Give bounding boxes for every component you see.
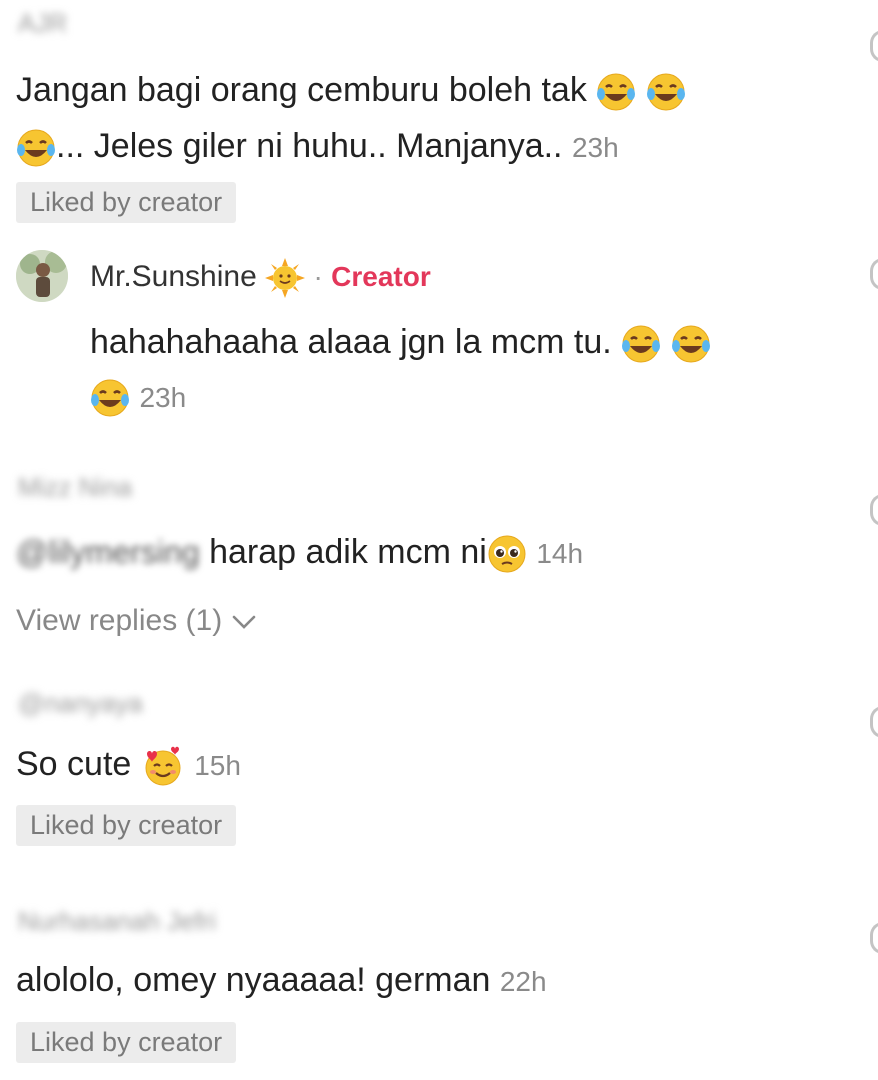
mention-link[interactable]: @lilymersing <box>16 534 200 570</box>
comment-time: 23h <box>571 132 619 163</box>
separator-dot: · <box>313 260 323 292</box>
comment-time: 22h <box>499 966 547 997</box>
comment-username[interactable]: Nurhasanah Jefri <box>18 906 216 937</box>
comment-username[interactable]: AJR <box>18 8 67 39</box>
pleading-face-emoji <box>488 535 526 573</box>
like-icon[interactable] <box>870 706 878 738</box>
tears-of-joy-emoji <box>17 129 55 167</box>
tears-of-joy-emoji <box>646 73 685 111</box>
creator-label: Creator <box>331 260 431 292</box>
like-icon[interactable] <box>870 30 878 62</box>
comment-text: alololo, omey nyaaaaa! german 22h <box>16 961 547 999</box>
smiling-face-with-hearts-emoji <box>145 746 181 786</box>
chevron-down-icon <box>232 615 255 629</box>
liked-by-creator-badge: Liked by creator <box>16 805 237 846</box>
tears-of-joy-emoji <box>622 325 661 363</box>
like-icon[interactable] <box>870 258 878 290</box>
comment-text: Jangan bagi orang cemburu boleh tak <box>16 66 686 114</box>
comment-time: 14h <box>536 538 584 569</box>
tears-of-joy-emoji <box>671 325 710 363</box>
comment-text: @lilymersing harap adik mcm ni 14h <box>16 528 583 578</box>
like-icon[interactable] <box>870 922 878 954</box>
comment-time: 15h <box>194 750 241 781</box>
comment-text-line2: ... Jeles giler ni huhu.. Manjanya.. 23h <box>16 122 619 172</box>
creator-username[interactable]: Mr.Sunshine · Creator <box>90 258 431 298</box>
like-icon[interactable] <box>870 494 878 526</box>
view-replies-button[interactable]: View replies (1) <box>16 604 257 638</box>
reply-text-line2: 23h <box>90 372 186 422</box>
sun-with-face-emoji <box>265 258 306 298</box>
tears-of-joy-emoji <box>91 379 129 417</box>
reply-time: 23h <box>139 382 187 413</box>
avatar[interactable] <box>16 250 68 302</box>
comment-username[interactable]: @nanyaya <box>18 688 143 719</box>
tears-of-joy-emoji <box>597 73 636 111</box>
comment-username[interactable]: Mizz Nina <box>18 472 132 503</box>
comment-text: So cute 15h <box>16 740 241 790</box>
liked-by-creator-badge: Liked by creator <box>16 1022 237 1063</box>
reply-text: hahahahaaha alaaa jgn la mcm tu. <box>90 318 711 366</box>
liked-by-creator-badge: Liked by creator <box>16 182 237 223</box>
